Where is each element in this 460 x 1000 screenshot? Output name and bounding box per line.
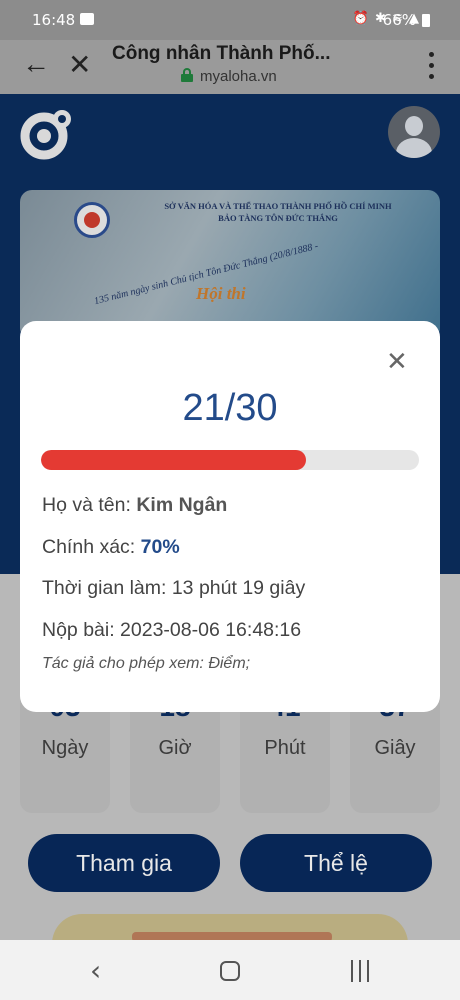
name-value: Kim Ngân bbox=[136, 494, 228, 516]
submitted-row: Nộp bài: 2023-08-06 16:48:16 bbox=[42, 619, 302, 641]
close-dialog-icon[interactable]: ✕ bbox=[386, 347, 408, 377]
nav-back-icon[interactable]: ‹ bbox=[90, 954, 101, 987]
score-progress-fill bbox=[41, 450, 306, 470]
author-permission-note: Tác giả cho phép xem: Điểm; bbox=[42, 655, 251, 672]
page-title: Công nhân Thành Phố... bbox=[112, 43, 331, 64]
lock-icon bbox=[181, 68, 193, 82]
score-text: 21/30 bbox=[182, 387, 278, 429]
more-menu-icon[interactable] bbox=[424, 52, 438, 82]
battery-level: 66% bbox=[382, 11, 416, 29]
accuracy-value: 70% bbox=[140, 536, 180, 558]
status-bar: 16:48 ⏰ ✱ ≋ ▲ 66% bbox=[0, 0, 460, 40]
back-arrow-icon[interactable]: ← bbox=[22, 48, 50, 80]
close-icon[interactable]: ✕ bbox=[68, 48, 91, 81]
battery-icon bbox=[422, 14, 430, 27]
nav-recents-icon[interactable] bbox=[349, 960, 371, 982]
name-row: Họ và tên: Kim Ngân bbox=[42, 494, 228, 516]
url-text[interactable]: myaloha.vn bbox=[200, 68, 277, 85]
notification-icon bbox=[80, 13, 94, 25]
duration-row: Thời gian làm: 13 phút 19 giây bbox=[42, 577, 306, 599]
system-nav-bar: ‹ bbox=[0, 940, 460, 1000]
score-progress-bar bbox=[41, 450, 419, 470]
status-time: 16:48 bbox=[32, 11, 76, 29]
browser-toolbar: ← ✕ Công nhân Thành Phố... myaloha.vn bbox=[0, 40, 460, 94]
accuracy-row: Chính xác: 70% bbox=[42, 536, 180, 558]
nav-home-icon[interactable] bbox=[220, 961, 240, 981]
result-dialog: ✕ 21/30 Họ và tên: Kim Ngân Chính xác: 7… bbox=[20, 321, 440, 712]
